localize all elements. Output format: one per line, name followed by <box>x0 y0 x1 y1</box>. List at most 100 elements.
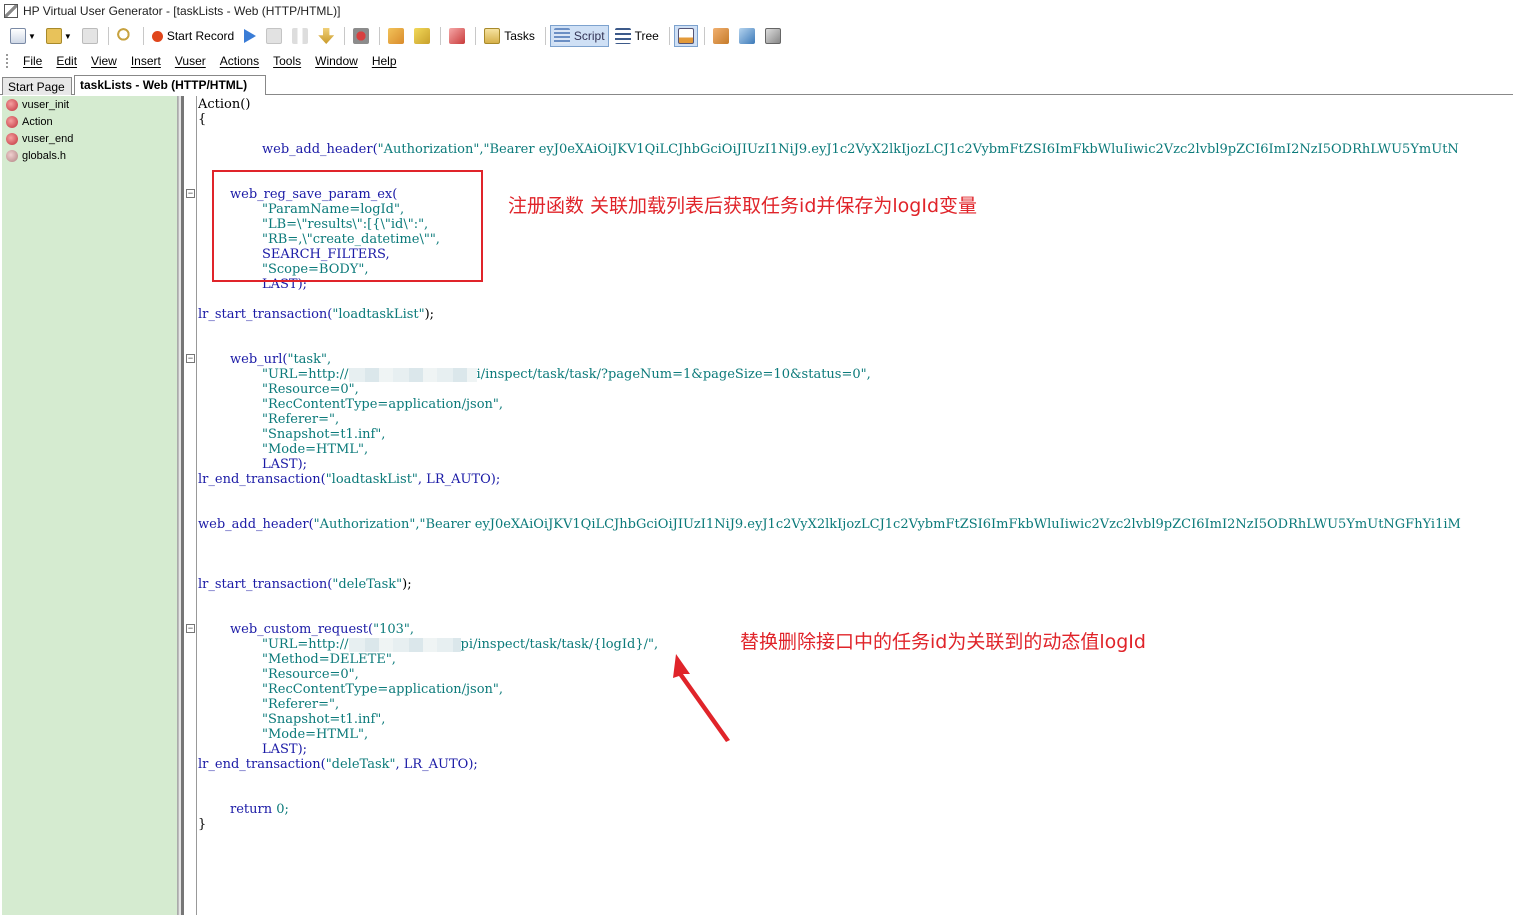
tab-start-page[interactable]: Start Page <box>2 77 72 95</box>
options-icon <box>414 28 431 44</box>
run-button[interactable] <box>240 25 260 47</box>
menu-tools[interactable]: Tools <box>266 54 308 68</box>
toolbar-separator <box>475 27 477 45</box>
code-text: ); <box>424 307 435 322</box>
code-line: "Snapshot=t1.inf", <box>262 712 385 727</box>
code-string: "Mode=HTML", <box>262 442 369 457</box>
open-button[interactable]: ▼ <box>42 25 76 47</box>
code-line: "Method=DELETE", <box>262 652 396 667</box>
window-title: HP Virtual User Generator - [taskLists -… <box>23 4 341 18</box>
code-string: "deleTask" <box>332 577 403 592</box>
code-function: web_url( <box>230 352 288 367</box>
menu-help[interactable]: Help <box>365 54 404 68</box>
new-script-button[interactable]: ▼ <box>6 25 40 47</box>
code-number: 0; <box>272 802 289 817</box>
toolbar-separator <box>142 27 144 45</box>
stop-button[interactable] <box>262 25 286 47</box>
code-line: "Resource=0", <box>262 667 359 682</box>
code-line: lr_end_transaction("loadtaskList", LR_AU… <box>198 472 500 487</box>
code-string: "Authorization","Bearer eyJ0eXAiOiJKV1Qi… <box>313 517 1461 532</box>
pause-icon <box>292 28 309 44</box>
fold-toggle[interactable]: − <box>186 354 195 363</box>
step-button[interactable] <box>314 25 338 47</box>
tab-tasklists[interactable]: taskLists - Web (HTTP/HTML) <box>74 75 266 95</box>
compare-button[interactable] <box>735 25 759 47</box>
tree-item-vuser-end[interactable]: vuser_end <box>2 130 177 147</box>
script-icon <box>6 115 18 128</box>
code-string: i/inspect/task/task/?pageNum=1&pageSize=… <box>476 367 871 382</box>
tree-item-action[interactable]: Action <box>2 113 177 130</box>
code-string: "deleTask" <box>325 757 396 772</box>
compare-icon <box>738 28 755 44</box>
annotation-note: 替换删除接口中的任务id为关联到的动态值logId <box>740 631 1146 653</box>
fold-toggle[interactable]: − <box>186 189 195 198</box>
menu-grip <box>6 54 10 68</box>
chevron-down-icon: ▼ <box>63 31 72 41</box>
tree-item-label: Action <box>22 115 53 128</box>
tasks-icon <box>484 28 501 44</box>
menu-window[interactable]: Window <box>308 54 365 68</box>
toolbar-separator <box>668 27 670 45</box>
code-line: LAST); <box>262 742 307 757</box>
code-constant: , LR_AUTO); <box>417 472 501 487</box>
script-icon <box>553 28 570 44</box>
menu-view[interactable]: View <box>84 54 124 68</box>
code-constant: , LR_AUTO); <box>395 757 478 772</box>
tree-item-vuser-init[interactable]: vuser_init <box>2 96 177 113</box>
editor-gutter: − − − <box>184 96 197 915</box>
new-doc-icon <box>10 28 26 44</box>
save-icon <box>81 28 98 44</box>
tree-item-globals[interactable]: globals.h <box>2 147 177 164</box>
code-constant: LAST); <box>262 742 308 757</box>
fold-toggle[interactable]: − <box>186 624 195 633</box>
script-icon <box>6 98 18 111</box>
code-string: "Snapshot=t1.inf", <box>262 712 386 727</box>
code-string: "Mode=HTML", <box>262 727 369 742</box>
toolbar-separator <box>440 27 442 45</box>
find-icon <box>116 28 133 44</box>
highlight-box <box>212 170 483 282</box>
code-string: pi/inspect/task/task/{logId}/", <box>460 637 659 652</box>
breakpoint-button[interactable] <box>349 25 373 47</box>
code-line: "URL=http:// pi/inspect/task/task/{logId}… <box>262 637 658 652</box>
script-view-button[interactable]: Script <box>549 25 609 47</box>
windows-button[interactable] <box>761 25 785 47</box>
code-line: lr_start_transaction("loadtaskList"); <box>198 307 434 322</box>
code-line: } <box>198 817 206 832</box>
code-line: LAST); <box>262 457 307 472</box>
menu-edit[interactable]: Edit <box>49 54 84 68</box>
code-line: "RecContentType=application/json", <box>262 682 503 697</box>
save-button[interactable] <box>78 25 102 47</box>
code-string: "Referer=", <box>262 412 340 427</box>
run-time-settings-button[interactable] <box>384 25 408 47</box>
code-line: "Mode=HTML", <box>262 442 368 457</box>
stop-icon <box>266 28 283 44</box>
code-function: lr_start_transaction( <box>198 307 333 322</box>
toolbar-separator <box>379 27 381 45</box>
transaction-icon <box>449 28 466 44</box>
vuser-options-button[interactable] <box>410 25 434 47</box>
output-window-button[interactable] <box>673 25 698 47</box>
code-string: "Authorization","Bearer eyJ0eXAiOiJKV1Qi… <box>377 142 1459 157</box>
record-icon <box>151 30 163 42</box>
start-record-button[interactable]: Start Record <box>148 25 238 47</box>
transaction-button[interactable] <box>445 25 469 47</box>
menu-insert[interactable]: Insert <box>124 54 168 68</box>
tasks-button[interactable]: Tasks <box>480 25 539 47</box>
pause-button[interactable] <box>288 25 312 47</box>
menu-actions[interactable]: Actions <box>213 54 266 68</box>
code-string: "URL=http:// <box>262 367 349 382</box>
workflow-button[interactable] <box>709 25 733 47</box>
menu-vuser[interactable]: Vuser <box>168 54 213 68</box>
code-text: ); <box>402 577 412 592</box>
menu-file[interactable]: File <box>16 54 49 68</box>
script-label: Script <box>573 29 605 43</box>
code-line: return 0; <box>230 802 289 817</box>
tree-view-button[interactable]: Tree <box>611 25 663 47</box>
find-button[interactable] <box>113 25 137 47</box>
code-function: lr_end_transaction( <box>198 472 326 487</box>
code-line: web_add_header("Authorization","Bearer e… <box>262 142 1459 157</box>
code-line: "RecContentType=application/json", <box>262 397 503 412</box>
settings-icon <box>388 28 405 44</box>
tree-item-label: vuser_init <box>22 98 70 111</box>
